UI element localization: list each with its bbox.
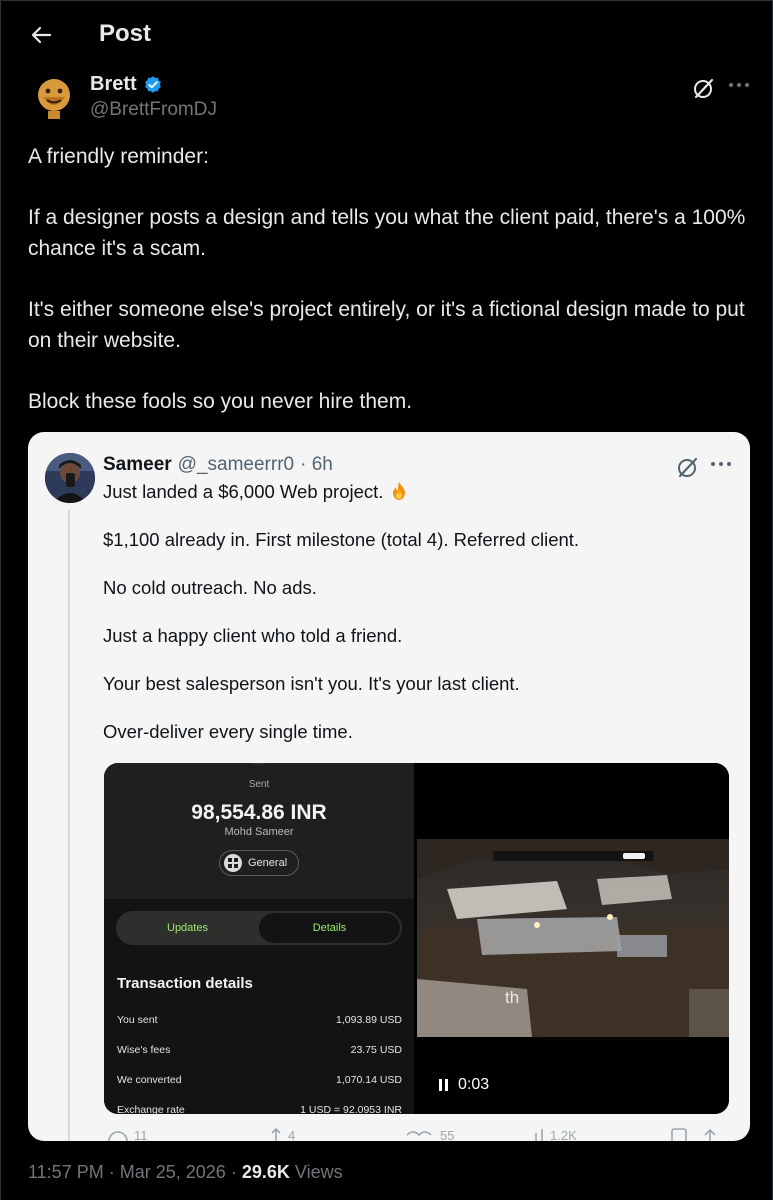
details-row: Exchange rate 1 USD = 92.0953 INR — [117, 1104, 402, 1114]
author-avatar[interactable] — [29, 73, 79, 123]
reply-count: 11 — [134, 1128, 148, 1141]
video-overlay-text: th — [505, 988, 520, 1007]
more-icon — [729, 83, 749, 87]
row-value: 1 USD = 92.0953 INR — [300, 1104, 402, 1114]
like-count: 55 — [440, 1128, 455, 1141]
more-button[interactable] — [709, 456, 733, 476]
avatar-image — [29, 73, 79, 123]
views-label: Views — [294, 1162, 343, 1182]
segmented-tabs: Updates Details — [116, 911, 402, 945]
quoted-paragraph: Just landed a $6,000 Web project. — [103, 480, 733, 504]
row-value: 1,093.89 USD — [336, 1014, 402, 1026]
video-timestamp: 0:03 — [439, 1076, 489, 1094]
quoted-paragraph: Just a happy client who told a friend. — [103, 625, 403, 646]
quoted-author-avatar[interactable] — [45, 453, 95, 503]
grok-icon — [694, 78, 714, 99]
video-frame — [417, 839, 729, 1037]
grok-button[interactable] — [675, 454, 701, 480]
video-player[interactable]: th 0:03 — [417, 763, 729, 1114]
more-icon — [711, 462, 731, 466]
view-count: 1.2K — [550, 1128, 577, 1141]
transfer-screenshot[interactable]: Sent 98,554.86 INR Mohd Sameer General U… — [104, 763, 414, 1114]
quoted-paragraph: Over-deliver every single time. — [103, 721, 353, 742]
post-time[interactable]: 11:57 PM — [28, 1162, 104, 1182]
details-row: We converted 1,070.14 USD — [117, 1074, 402, 1086]
details-row: You sent 1,093.89 USD — [117, 1014, 402, 1026]
post-body: A friendly reminder: If a designer posts… — [28, 141, 748, 447]
verified-badge-icon — [144, 75, 161, 93]
details-row: Wise's fees 23.75 USD — [117, 1044, 402, 1056]
quoted-author-handle[interactable]: @_sameerrr0 — [178, 454, 294, 476]
quoted-post-age[interactable]: · 6h — [300, 454, 333, 476]
avatar-image — [45, 453, 95, 503]
author-handle[interactable]: @BrettFromDJ — [90, 99, 217, 121]
post-paragraph: Block these fools so you never hire them… — [28, 390, 413, 413]
post-date[interactable]: Mar 25, 2026 — [120, 1162, 226, 1182]
pause-icon[interactable] — [439, 1079, 448, 1091]
post-paragraph: It's either someone else's project entir… — [28, 298, 745, 352]
media-grid: Sent 98,554.86 INR Mohd Sameer General U… — [104, 763, 729, 1114]
quoted-first-line: Just landed a $6,000 Web project. — [103, 481, 384, 502]
quoted-paragraph: $1,100 already in. First milestone (tota… — [103, 529, 580, 550]
post-paragraph: If a designer posts a design and tells y… — [28, 206, 746, 260]
quoted-post-card[interactable]: Sameer @_sameerrr0 · 6h Just landed a $6… — [28, 432, 750, 1141]
post-paragraph: A friendly reminder: — [28, 145, 209, 168]
grok-button[interactable] — [691, 75, 717, 101]
quoted-paragraph: No cold outreach. No ads. — [103, 577, 317, 598]
row-value: 23.75 USD — [350, 1044, 402, 1056]
repost-count: 4 — [288, 1128, 296, 1141]
row-value: 1,070.14 USD — [336, 1074, 402, 1086]
author-name-text: Brett — [90, 73, 137, 95]
fire-emoji-icon — [392, 482, 405, 500]
details-title: Transaction details — [117, 975, 253, 992]
page-title: Post — [99, 20, 152, 47]
grok-icon — [678, 457, 698, 478]
decorative-arc — [251, 763, 267, 765]
quoted-post-body: Just landed a $6,000 Web project. $1,100… — [103, 480, 733, 768]
quoted-paragraph: Your best salesperson isn't you. It's yo… — [103, 673, 520, 694]
back-button[interactable] — [25, 19, 57, 51]
views-count: 29.6K — [241, 1162, 290, 1182]
transfer-status: Sent — [248, 779, 270, 790]
transfer-details-panel: Updates Details Transaction details You … — [104, 899, 414, 1114]
category-chip-label: General — [248, 857, 288, 869]
separator: · — [230, 1162, 237, 1182]
tab-updates: Updates — [167, 922, 208, 934]
quoted-author-name[interactable]: Sameer — [103, 454, 172, 476]
tab-details: Details — [259, 913, 400, 943]
post-page: Post Brett @BrettFromDJ A friendly remin… — [0, 0, 773, 1200]
post-metadata: 11:57 PM · Mar 25, 2026 · 29.6K Views — [28, 1162, 343, 1183]
thread-line — [68, 510, 70, 1141]
author-name[interactable]: Brett — [90, 73, 163, 96]
transfer-recipient: Mohd Sameer — [224, 826, 294, 838]
row-label: You sent — [117, 1014, 158, 1026]
arrow-left-icon — [31, 26, 52, 44]
quoted-action-row: 11 4 55 1.2K — [104, 1127, 729, 1141]
video-time: 0:03 — [458, 1076, 490, 1093]
action-icons — [108, 1127, 716, 1141]
row-label: Wise's fees — [117, 1044, 171, 1056]
transfer-amount: 98,554.86 INR — [191, 801, 327, 824]
category-chip: General — [219, 850, 299, 876]
row-label: We converted — [117, 1074, 182, 1086]
row-label: Exchange rate — [117, 1104, 185, 1114]
separator: · — [108, 1162, 115, 1182]
top-bar: Post — [1, 1, 773, 69]
quoted-header: Sameer @_sameerrr0 · 6h — [103, 454, 333, 476]
grid-icon — [224, 854, 242, 872]
more-button[interactable] — [727, 75, 751, 99]
